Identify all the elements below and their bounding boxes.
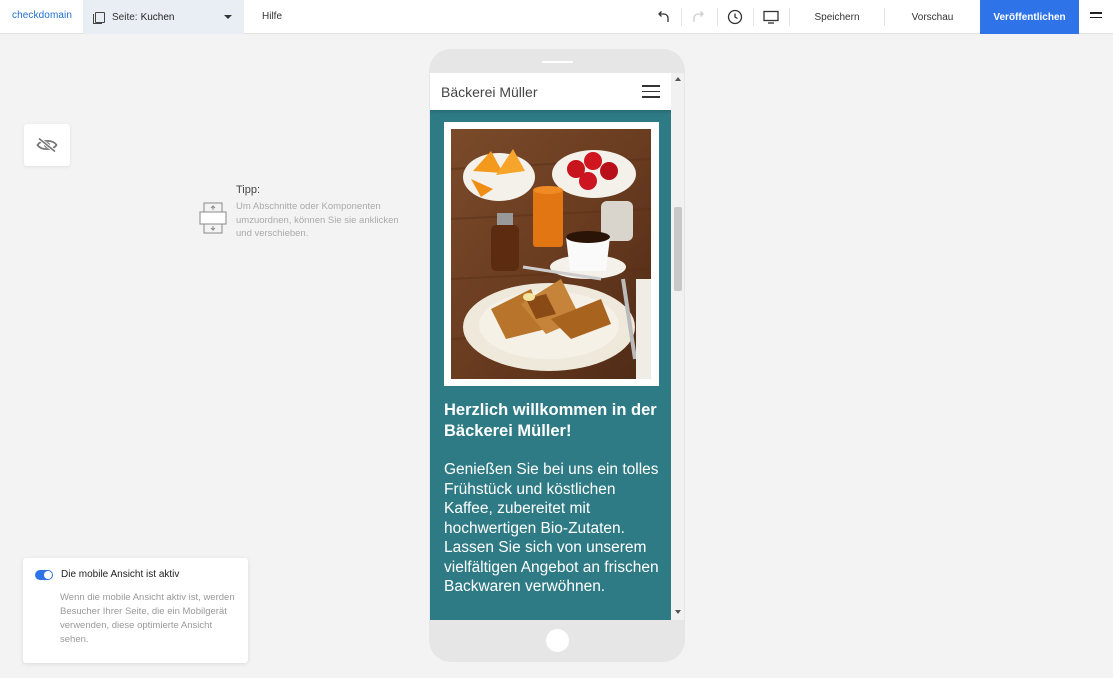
breakfast-photo-icon (451, 129, 651, 379)
visibility-toggle-button[interactable] (24, 124, 70, 166)
phone-speaker (542, 61, 573, 63)
publish-button[interactable]: Veröffentlichen (980, 0, 1079, 34)
tip-text: Um Abschnitte oder Komponenten umzuordne… (236, 201, 399, 239)
toolbar-divider (753, 8, 754, 26)
page-selector-prefix: Seite: (112, 11, 138, 23)
logo: checkdomain (12, 10, 73, 21)
reorder-icon (199, 202, 227, 234)
redo-icon[interactable] (690, 8, 708, 26)
hero-title[interactable]: Herzlich willkommen in der Bäckerei Müll… (444, 400, 659, 442)
hero-text[interactable]: Genießen Sie bei uns ein tolles Frühstüc… (444, 460, 664, 597)
phone-home-button (546, 629, 569, 652)
page-selector-value: Kuchen (140, 11, 175, 23)
mobile-view-notice: Die mobile Ansicht ist aktiv Wenn die mo… (23, 558, 248, 663)
save-button[interactable]: Speichern (790, 0, 884, 34)
mobile-preview-frame: Bäckerei Müller Herzlich willkommen in d… (429, 49, 685, 662)
toolbar-divider (717, 8, 718, 26)
hamburger-menu-icon[interactable] (642, 85, 660, 98)
tip-title: Tipp: (236, 184, 261, 196)
site-header[interactable]: Bäckerei Müller (430, 73, 672, 110)
mobile-view-text: Wenn die mobile Ansicht aktiv ist, werde… (60, 592, 235, 645)
undo-icon[interactable] (654, 8, 672, 26)
scroll-up-icon[interactable] (675, 77, 681, 81)
toolbar-divider (681, 8, 682, 26)
preview-button[interactable]: Vorschau (885, 0, 980, 34)
site-name: Bäckerei Müller (441, 84, 538, 100)
scroll-thumb[interactable] (674, 207, 682, 291)
mobile-preview-screen[interactable]: Bäckerei Müller Herzlich willkommen in d… (430, 73, 672, 620)
scroll-down-icon[interactable] (675, 610, 681, 614)
preview-scrollbar[interactable] (671, 73, 684, 620)
hero-image-frame[interactable] (444, 122, 659, 386)
page-selector[interactable]: Seite: Kuchen (83, 0, 244, 34)
eye-off-icon (36, 137, 58, 153)
chevron-down-icon (224, 15, 232, 19)
pages-icon (93, 11, 105, 24)
top-toolbar: checkdomain Seite: Kuchen Hilfe Speicher… (0, 0, 1113, 34)
mobile-view-title: Die mobile Ansicht ist aktiv (61, 569, 180, 580)
menu-icon[interactable] (1090, 12, 1102, 22)
history-icon[interactable] (726, 8, 744, 26)
help-link[interactable]: Hilfe (262, 11, 282, 22)
mobile-view-toggle[interactable] (35, 570, 53, 580)
desktop-icon[interactable] (762, 8, 780, 26)
hero-image (451, 129, 651, 379)
